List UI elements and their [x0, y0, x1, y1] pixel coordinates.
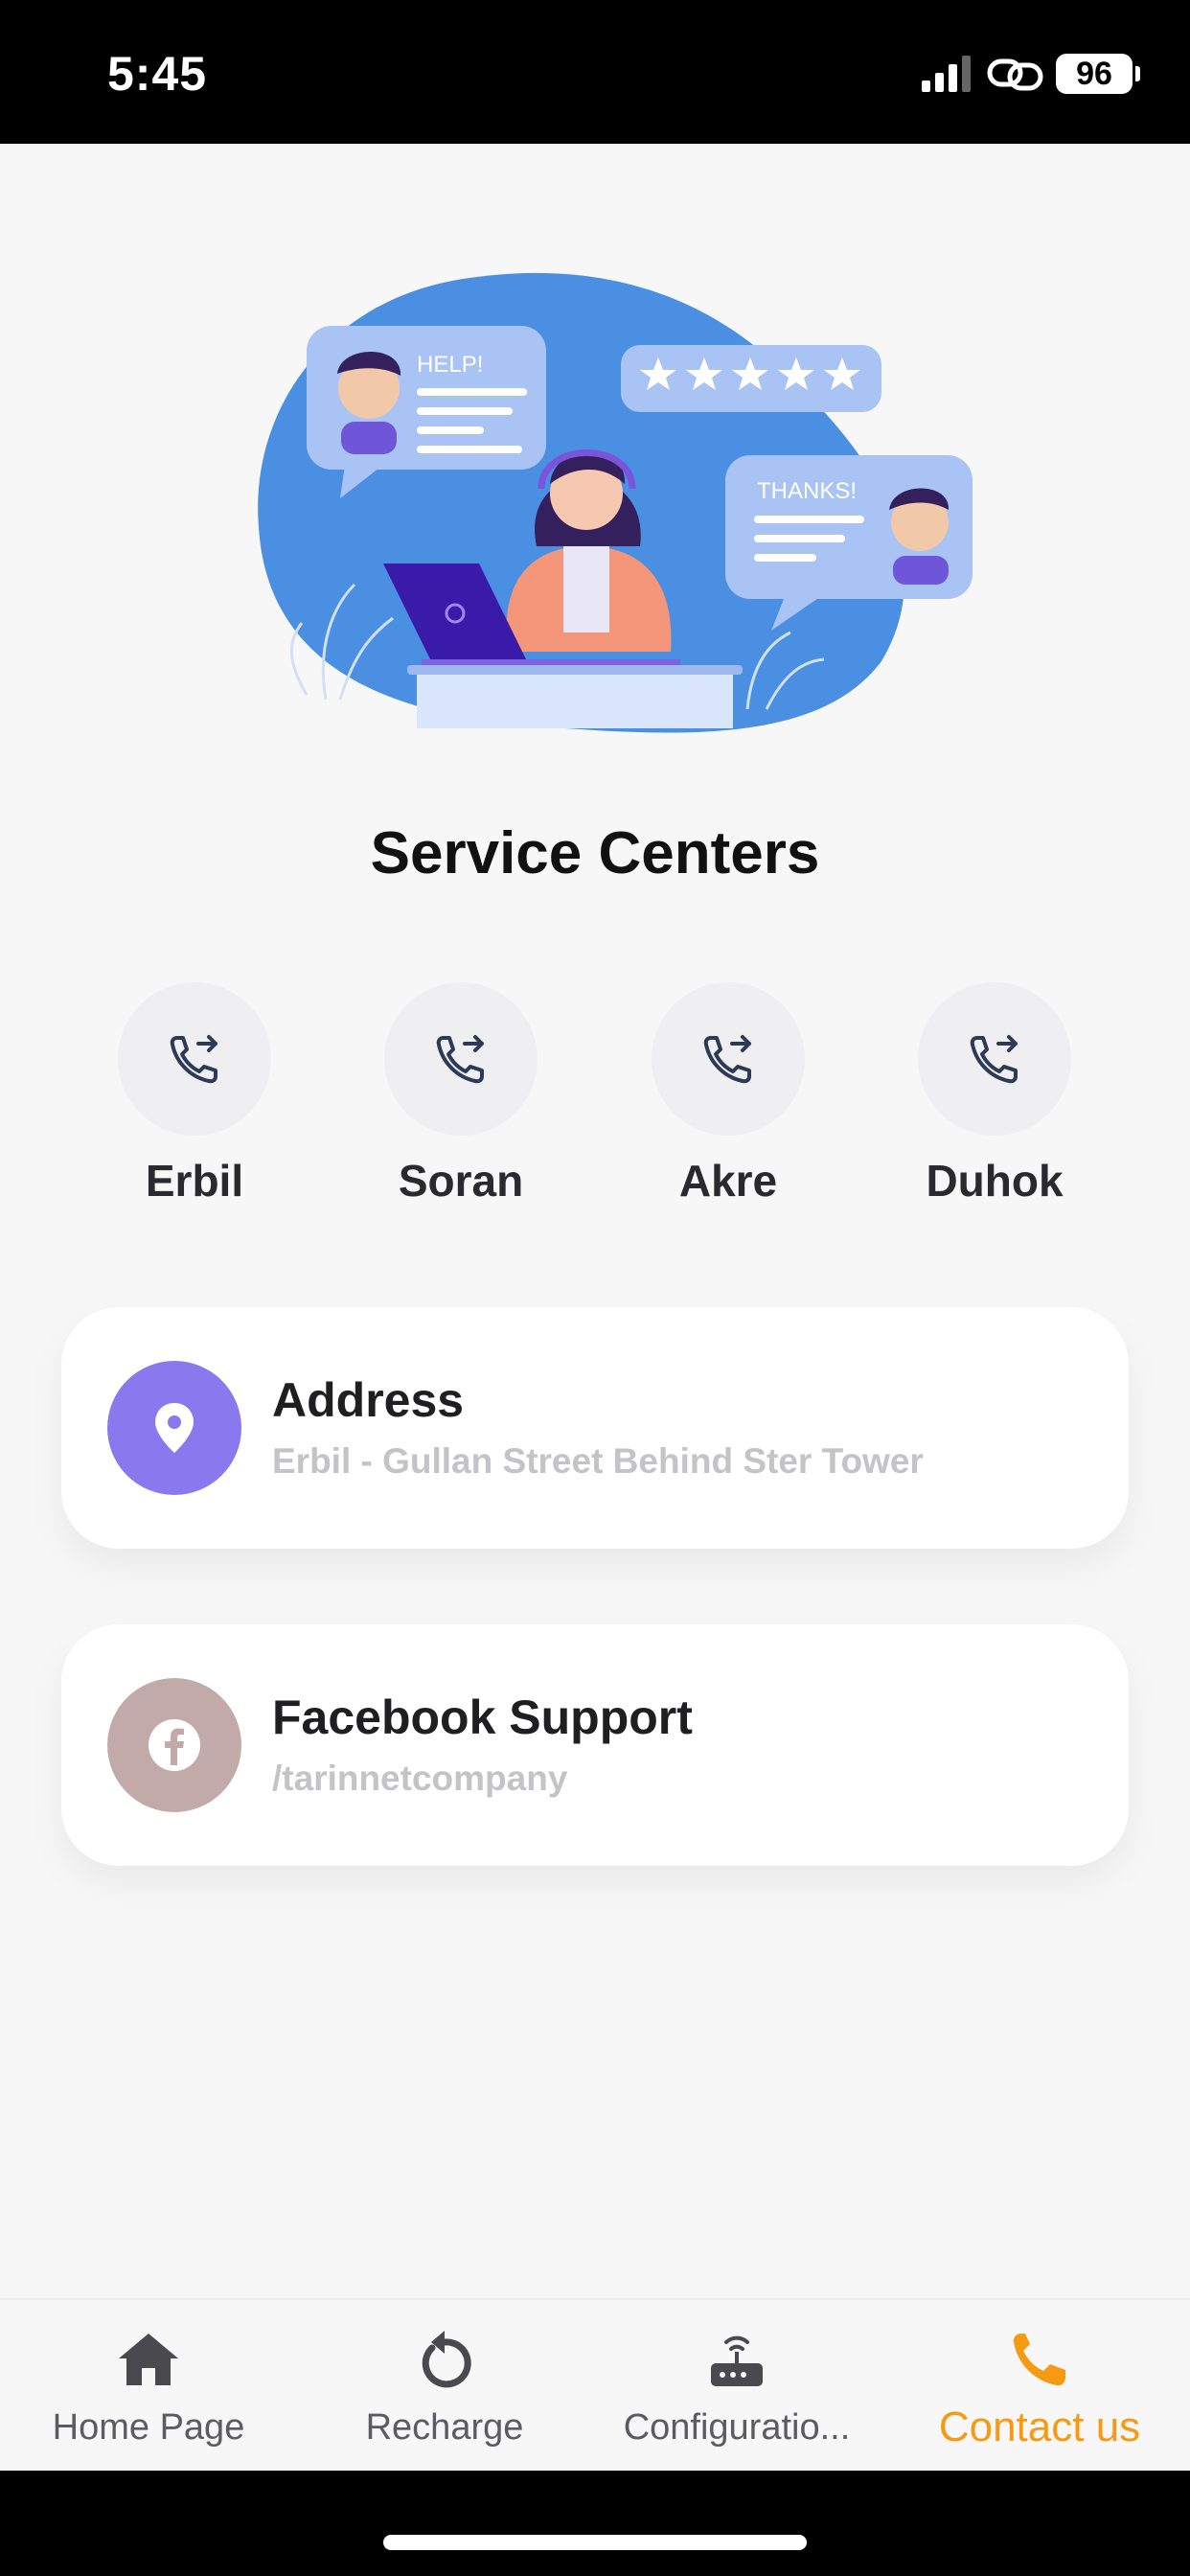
- call-forward-icon: [118, 982, 271, 1136]
- nav-label: Recharge: [365, 2407, 524, 2448]
- center-erbil[interactable]: Erbil: [99, 982, 290, 1207]
- nav-recharge[interactable]: Recharge: [301, 2329, 588, 2449]
- call-forward-icon: [918, 982, 1071, 1136]
- home-icon: [5, 2329, 292, 2390]
- home-indicator[interactable]: [383, 2535, 807, 2550]
- service-centers: Erbil Soran Akre Duhok: [0, 982, 1190, 1212]
- nav-label: Contact us: [938, 2404, 1141, 2450]
- facebook-support-card[interactable]: Facebook Support /tarinnetcompany: [61, 1624, 1129, 1866]
- nav-configuration[interactable]: Configuratio...: [593, 2329, 881, 2449]
- nav-label: Configuratio...: [623, 2407, 851, 2448]
- help-text: HELP!: [417, 352, 483, 378]
- address-card[interactable]: Address Erbil - Gullan Street Behind Ste…: [61, 1307, 1129, 1549]
- nav-home[interactable]: Home Page: [5, 2329, 292, 2449]
- signal-icon: [922, 56, 971, 92]
- address-title: Address: [272, 1373, 465, 1427]
- location-pin-icon: [107, 1361, 241, 1495]
- address-value: Erbil - Gullan Street Behind Ster Tower: [272, 1441, 924, 1481]
- center-label: Duhok: [926, 1156, 1064, 1206]
- phone-icon: [896, 2329, 1183, 2390]
- center-label: Akre: [678, 1156, 778, 1206]
- nav-label: Home Page: [52, 2407, 245, 2448]
- facebook-title: Facebook Support: [272, 1690, 693, 1744]
- link-icon: [987, 58, 1043, 91]
- thanks-text: THANKS!: [757, 478, 857, 504]
- center-label: Erbil: [145, 1156, 244, 1206]
- status-time: 5:45: [107, 47, 208, 101]
- center-duhok[interactable]: Duhok: [899, 982, 1090, 1207]
- center-label: Soran: [398, 1156, 524, 1206]
- battery-indicator: 96: [1056, 54, 1140, 94]
- bottom-nav: Home Page Recharge Configuratio... Conta…: [0, 2298, 1190, 2472]
- router-icon: [593, 2329, 881, 2390]
- nav-contact-us[interactable]: Contact us: [896, 2329, 1183, 2451]
- center-soran[interactable]: Soran: [365, 982, 557, 1207]
- status-bar: 5:45 96: [0, 0, 1190, 144]
- page-title: Service Centers: [370, 820, 820, 886]
- recharge-icon: [301, 2329, 588, 2390]
- center-akre[interactable]: Akre: [632, 982, 824, 1207]
- call-forward-icon: [384, 982, 538, 1136]
- facebook-handle: /tarinnetcompany: [272, 1759, 568, 1798]
- home-bar-area: [0, 2471, 1190, 2576]
- facebook-icon: [107, 1678, 241, 1812]
- call-forward-icon: [652, 982, 805, 1136]
- support-illustration: HELP! THANKS!: [258, 272, 973, 733]
